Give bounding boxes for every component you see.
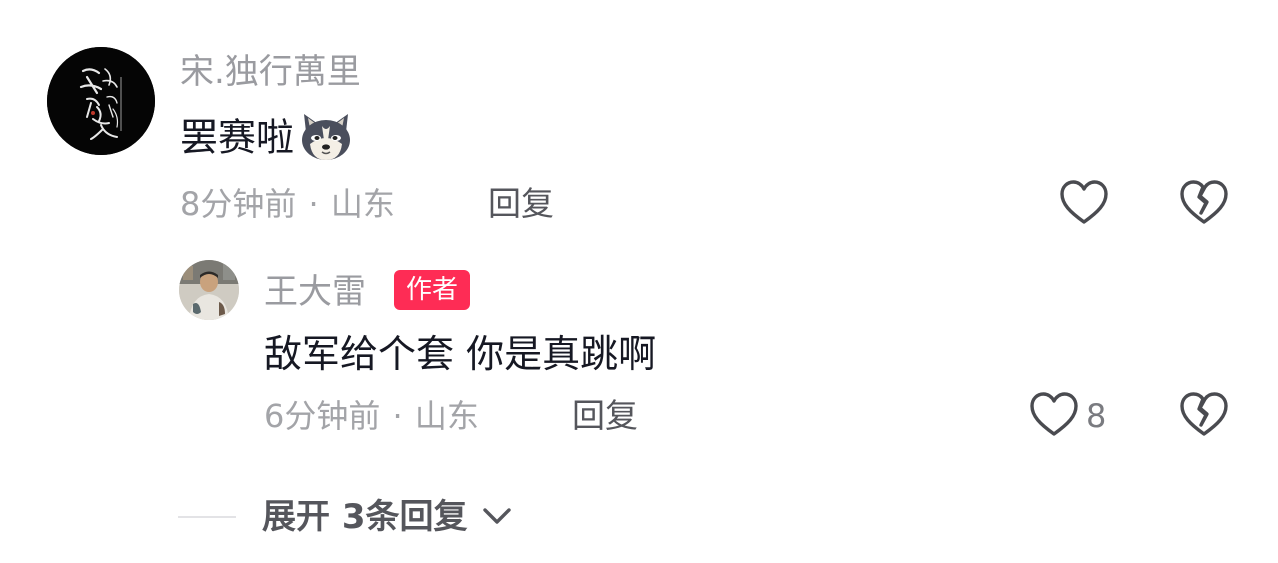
comment-location: 山东: [330, 185, 395, 223]
expand-replies-button[interactable]: 展开 3条回复: [262, 497, 513, 537]
reply-like-button[interactable]: [1028, 390, 1080, 440]
comment-like-button[interactable]: [1058, 178, 1110, 228]
reply-dislike-button[interactable]: [1178, 390, 1230, 440]
commenter-avatar[interactable]: [47, 47, 155, 155]
calligraphy-avatar-image: [47, 47, 155, 155]
commenter-username[interactable]: 宋.独行萬里: [180, 52, 361, 92]
meta-separator: ·: [392, 397, 403, 435]
reply-location: 山东: [414, 397, 479, 435]
broken-heart-icon: [1180, 392, 1228, 436]
comment-meta: 8分钟前 · 山东: [180, 184, 395, 224]
author-username[interactable]: 王大雷: [264, 272, 366, 312]
meta-separator: ·: [308, 185, 319, 223]
author-avatar[interactable]: [179, 260, 239, 320]
reply-reply-button[interactable]: 回复: [572, 396, 638, 436]
heart-icon: [1030, 392, 1078, 436]
dog-emoji-icon: [298, 110, 354, 162]
reply-meta: 6分钟前 · 山东: [264, 396, 479, 436]
comment-text: 罢赛啦: [180, 115, 295, 160]
reply-time: 6分钟前: [264, 397, 381, 435]
comment-time: 8分钟前: [180, 185, 297, 223]
author-badge: 作者: [394, 270, 471, 310]
reply-text: 敌军给个套 你是真跳啊: [264, 332, 657, 376]
broken-heart-icon: [1180, 180, 1228, 224]
comment-reply-button[interactable]: 回复: [488, 184, 554, 224]
reply-like-count: 8: [1086, 397, 1107, 435]
expand-divider-line: [178, 516, 236, 518]
author-avatar-image: [179, 260, 239, 320]
expand-replies-label: 展开 3条回复: [262, 497, 468, 537]
heart-icon: [1060, 180, 1108, 224]
comment-body: 罢赛啦: [180, 114, 354, 166]
chevron-down-icon: [483, 507, 512, 524]
comment-dislike-button[interactable]: [1178, 178, 1230, 228]
